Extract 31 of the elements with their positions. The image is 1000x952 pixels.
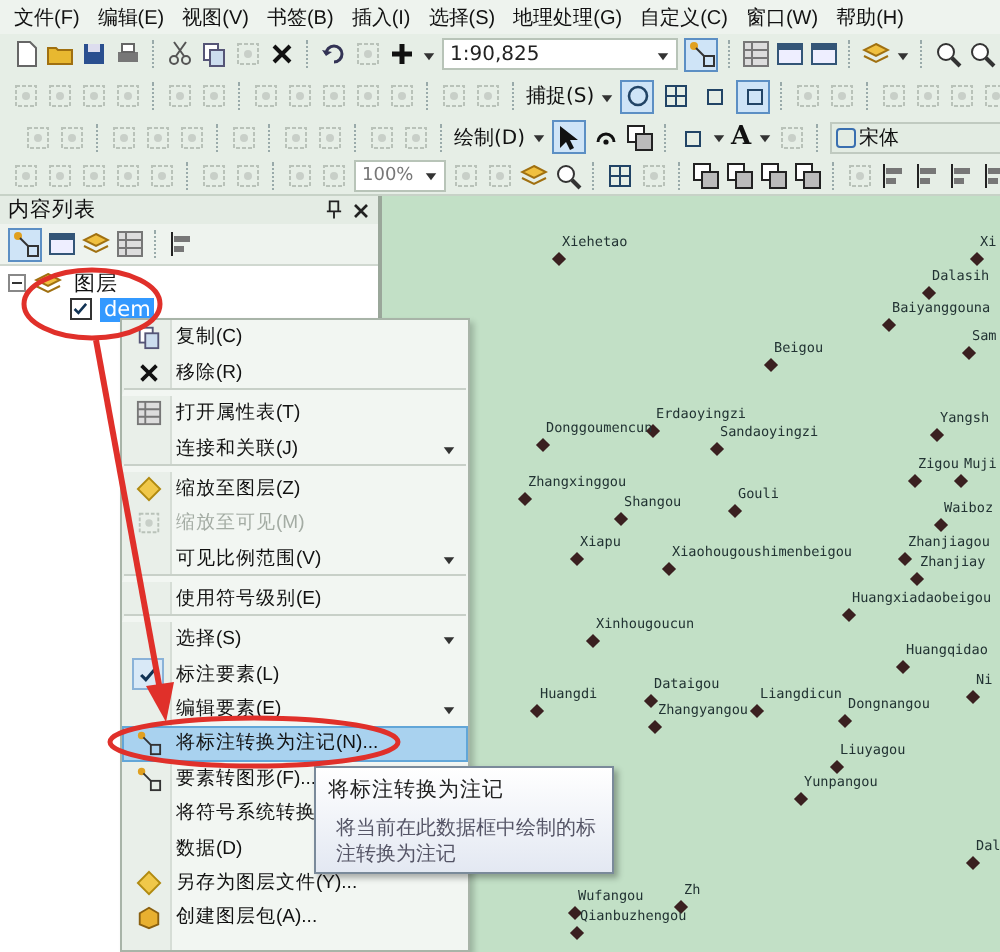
menu-item[interactable]: 使用符号级别(E) xyxy=(122,581,468,623)
menu-item[interactable]: 将标注转换为注记(N)... xyxy=(122,726,468,762)
panel-title: 内容列表 xyxy=(8,196,98,224)
menu-item[interactable]: 另存为图层文件(Y)... xyxy=(122,865,468,901)
group-label[interactable]: 图层 xyxy=(70,271,122,295)
menu-item[interactable]: 文件(F) xyxy=(12,3,82,31)
menu-item[interactable]: 插入(I) xyxy=(349,3,413,31)
zoom-combobox[interactable]: 100% xyxy=(354,159,446,191)
menu-item[interactable]: 复制(C) xyxy=(122,320,468,355)
menu-item[interactable]: 打开属性表(T) xyxy=(122,395,468,431)
snapping-menu[interactable]: 捕捉(S) xyxy=(526,82,595,110)
scale-combobox[interactable]: 1:90,825 xyxy=(442,38,678,70)
menu-item[interactable]: 帮助(H) xyxy=(834,3,906,31)
text-tool-button[interactable]: A xyxy=(731,122,752,152)
menu-item[interactable]: 移除(R) xyxy=(122,354,468,396)
menu-item[interactable]: 视图(V) xyxy=(180,3,251,31)
menu-item[interactable]: 缩放至图层(Z) xyxy=(122,471,468,506)
menu-item[interactable]: 窗口(W) xyxy=(743,3,821,31)
menu-item[interactable]: 地理处理(G) xyxy=(511,3,625,31)
menu-item[interactable]: 选择(S) xyxy=(426,3,498,31)
menu-item[interactable]: 书签(B) xyxy=(264,3,336,31)
tooltip-text: 将当前在此数据框中绘制的标注转换为注记 xyxy=(334,816,598,868)
menu-item[interactable]: 连接和关联(J) xyxy=(122,430,468,472)
menu-item[interactable]: 编辑(E) xyxy=(95,3,167,31)
draw-menu[interactable]: 绘制(D) xyxy=(454,123,526,151)
tooltip-title: 将标注转换为注记 xyxy=(328,776,506,804)
font-field[interactable]: 宋体 xyxy=(829,121,1000,153)
menu-item[interactable]: 可见比例范围(V) xyxy=(122,540,468,582)
menu-item[interactable]: 自定义(C) xyxy=(638,3,730,31)
menu-item[interactable]: 创建图层包(A)... xyxy=(122,900,468,936)
menu-item[interactable]: 选择(S) xyxy=(122,622,468,658)
